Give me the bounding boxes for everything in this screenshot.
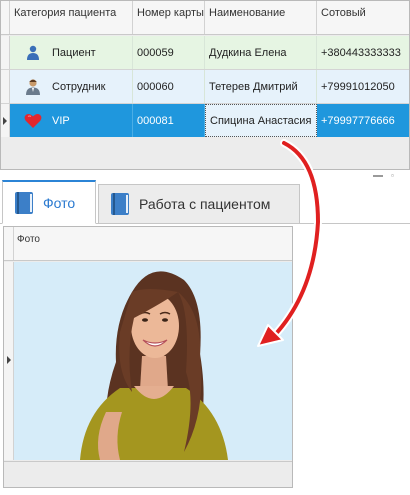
cell-phone[interactable]: +79991012050 [317,70,409,103]
photo-grid-header: Фото [4,227,292,261]
cell-phone[interactable]: +79997776666 [317,104,409,137]
tab-patient-work[interactable]: Работа с пациентом [98,184,300,224]
cell-name-focused[interactable]: Спицина Анастасия [205,104,317,137]
cell-card-number[interactable]: 000081 [133,104,205,137]
cell-name[interactable]: Дудкина Елена [205,36,317,69]
current-row-arrow-icon [3,117,7,125]
current-row-arrow-icon [7,356,11,364]
row-indicator[interactable] [1,36,10,69]
app-window: Категория пациента Номер карты Наименова… [0,0,410,495]
cell-card-number[interactable]: 000060 [133,70,205,103]
cell-phone[interactable]: +380443333333 [317,36,409,69]
grid-header: Категория пациента Номер карты Наименова… [1,1,409,35]
category-label: Сотрудник [52,80,106,93]
column-header-category[interactable]: Категория пациента [10,1,133,34]
cell-name[interactable]: Тетерев Дмитрий [205,70,317,103]
row-indicator[interactable] [1,70,10,103]
patient-person-icon [14,45,52,61]
tab-strip: Фото Работа с пациентом [0,180,410,224]
header-corner [1,1,10,34]
cell-category[interactable]: Сотрудник [10,70,133,103]
header-corner [4,227,14,260]
table-row-selected[interactable]: VIP 000081 Спицина Анастасия +7999777666… [1,104,409,138]
patient-photo[interactable] [14,262,292,460]
photo-grid: Фото [3,226,293,488]
photo-row[interactable] [4,262,292,460]
table-row[interactable]: Пациент 000059 Дудкина Елена +3804433333… [1,36,409,70]
table-row[interactable]: Сотрудник 000060 Тетерев Дмитрий +799910… [1,70,409,104]
splitter-minimize-icon[interactable] [373,173,383,177]
cell-card-number[interactable]: 000059 [133,36,205,69]
cell-category[interactable]: Пациент [10,36,133,69]
splitter-restore-icon[interactable]: ▫ [391,171,394,180]
column-header-photo[interactable]: Фото [14,227,40,260]
tab-photo[interactable]: Фото [2,180,96,224]
employee-person-icon [14,78,52,96]
tab-label: Фото [43,194,76,211]
tab-label: Работа с пациентом [139,196,271,212]
column-header-card-number[interactable]: Номер карты [133,1,205,34]
book-icon [13,191,35,215]
cell-category[interactable]: VIP [10,104,133,137]
row-indicator[interactable] [4,262,14,460]
row-indicator[interactable] [1,104,10,137]
column-header-name[interactable]: Наименование [205,1,317,34]
column-header-phone[interactable]: Сотовый [317,1,409,34]
category-label: Пациент [52,46,96,59]
grid-empty-area [0,137,410,170]
category-label: VIP [52,114,70,127]
book-icon [109,192,131,216]
photo-grid-footer [4,461,292,487]
heart-icon [14,113,52,129]
